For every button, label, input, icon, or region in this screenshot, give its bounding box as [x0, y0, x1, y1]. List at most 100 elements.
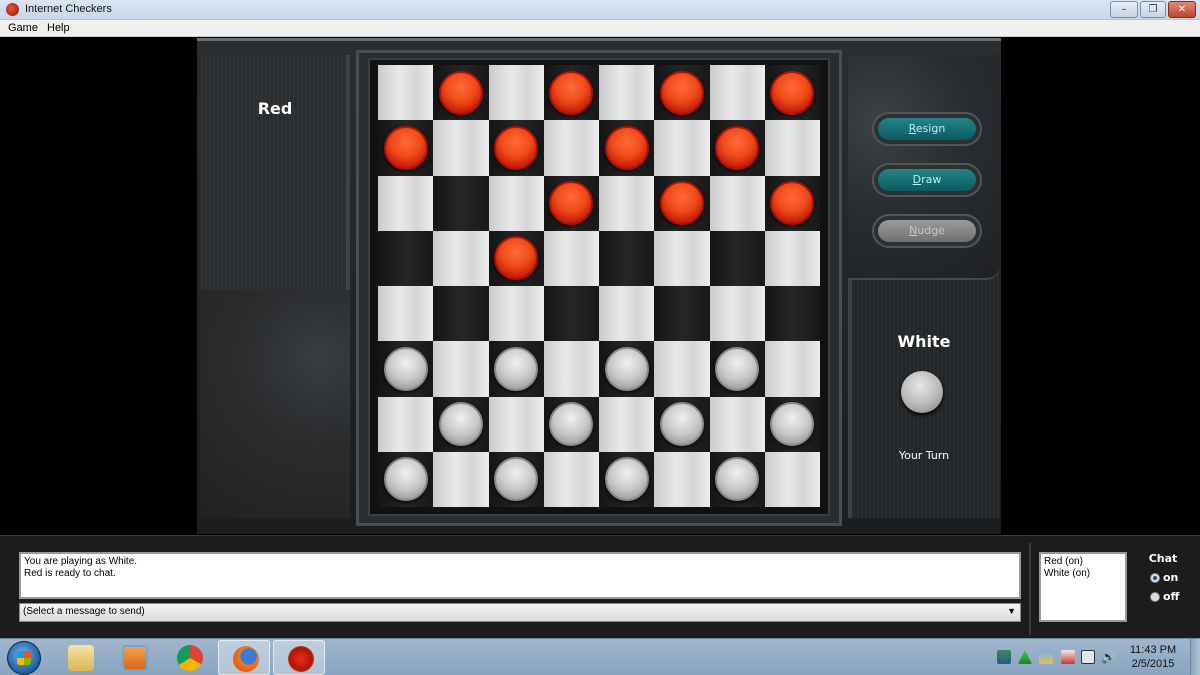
- draw-button[interactable]: Draw: [872, 163, 982, 197]
- board-square[interactable]: [488, 286, 544, 342]
- white-checker[interactable]: [438, 402, 483, 447]
- board-square[interactable]: [488, 396, 544, 452]
- board-square[interactable]: [764, 175, 820, 231]
- white-checker[interactable]: [494, 457, 539, 502]
- taskbar-file-explorer[interactable]: [54, 640, 106, 675]
- red-checker[interactable]: [770, 70, 815, 115]
- chat-log[interactable]: You are playing as White. Red is ready to…: [19, 552, 1021, 599]
- board-square[interactable]: [543, 175, 599, 231]
- red-checker[interactable]: [438, 70, 483, 115]
- red-checker[interactable]: [494, 236, 539, 281]
- board-square[interactable]: [543, 230, 599, 286]
- red-checker[interactable]: [770, 181, 815, 226]
- board-square[interactable]: [543, 451, 599, 507]
- white-checker[interactable]: [770, 402, 815, 447]
- board-square[interactable]: [433, 396, 489, 452]
- start-button[interactable]: [7, 641, 41, 675]
- red-checker[interactable]: [549, 181, 594, 226]
- board-square[interactable]: [764, 286, 820, 342]
- board-square[interactable]: [543, 396, 599, 452]
- board-square[interactable]: [488, 120, 544, 176]
- white-checker[interactable]: [604, 457, 649, 502]
- network-sync-icon[interactable]: [997, 650, 1011, 664]
- message-select[interactable]: (Select a message to send) ▼: [19, 603, 1021, 622]
- board-square[interactable]: [378, 286, 434, 342]
- board-square[interactable]: [654, 451, 710, 507]
- board-square[interactable]: [543, 65, 599, 121]
- board-square[interactable]: [709, 65, 765, 121]
- board-square[interactable]: [433, 120, 489, 176]
- board-square[interactable]: [378, 396, 434, 452]
- board-square[interactable]: [764, 451, 820, 507]
- system-clock[interactable]: 11:43 PM 2/5/2015: [1118, 643, 1188, 671]
- show-desktop-button[interactable]: [1190, 639, 1200, 675]
- taskbar-chrome[interactable]: [163, 640, 215, 675]
- board-square[interactable]: [433, 341, 489, 397]
- board-square[interactable]: [599, 65, 655, 121]
- board-square[interactable]: [709, 396, 765, 452]
- white-checker[interactable]: [659, 402, 704, 447]
- chat-on-radio[interactable]: on: [1150, 571, 1200, 585]
- board-square[interactable]: [488, 230, 544, 286]
- board-square[interactable]: [433, 175, 489, 231]
- board-square[interactable]: [599, 175, 655, 231]
- close-button[interactable]: ✕: [1168, 1, 1196, 18]
- board-square[interactable]: [654, 341, 710, 397]
- board-square[interactable]: [764, 120, 820, 176]
- board-square[interactable]: [599, 396, 655, 452]
- board-square[interactable]: [599, 286, 655, 342]
- board-square[interactable]: [543, 341, 599, 397]
- board-square[interactable]: [599, 120, 655, 176]
- board-square[interactable]: [709, 341, 765, 397]
- board-square[interactable]: [709, 120, 765, 176]
- white-checker[interactable]: [383, 346, 428, 391]
- board-square[interactable]: [654, 120, 710, 176]
- board-square[interactable]: [654, 230, 710, 286]
- red-checker[interactable]: [604, 125, 649, 170]
- board-square[interactable]: [764, 396, 820, 452]
- board-square[interactable]: [709, 286, 765, 342]
- board-square[interactable]: [654, 396, 710, 452]
- menu-game[interactable]: Game: [8, 22, 38, 34]
- taskbar-internet-checkers[interactable]: [273, 640, 325, 675]
- board-square[interactable]: [378, 341, 434, 397]
- red-checker[interactable]: [659, 70, 704, 115]
- action-center-flag-icon[interactable]: [1061, 650, 1075, 664]
- board-square[interactable]: [488, 451, 544, 507]
- restore-button[interactable]: ❐: [1140, 1, 1166, 18]
- white-checker[interactable]: [383, 457, 428, 502]
- board-square[interactable]: [433, 451, 489, 507]
- board-square[interactable]: [378, 451, 434, 507]
- board-square[interactable]: [433, 230, 489, 286]
- board-square[interactable]: [378, 65, 434, 121]
- board-square[interactable]: [488, 341, 544, 397]
- board-square[interactable]: [543, 286, 599, 342]
- board-square[interactable]: [433, 286, 489, 342]
- board-square[interactable]: [654, 286, 710, 342]
- red-checker[interactable]: [383, 125, 428, 170]
- board-square[interactable]: [709, 451, 765, 507]
- white-checker[interactable]: [715, 346, 760, 391]
- red-checker[interactable]: [549, 70, 594, 115]
- board-square[interactable]: [764, 230, 820, 286]
- board-square[interactable]: [654, 175, 710, 231]
- chat-off-radio[interactable]: off: [1150, 590, 1200, 604]
- board-square[interactable]: [488, 175, 544, 231]
- white-checker[interactable]: [549, 402, 594, 447]
- board-square[interactable]: [488, 65, 544, 121]
- board-square[interactable]: [709, 175, 765, 231]
- menu-help[interactable]: Help: [47, 22, 70, 34]
- board-square[interactable]: [764, 341, 820, 397]
- board-square[interactable]: [433, 65, 489, 121]
- board-square[interactable]: [654, 65, 710, 121]
- board-square[interactable]: [378, 120, 434, 176]
- taskbar-media-player[interactable]: [108, 640, 160, 675]
- dropdown-arrow-icon[interactable]: ▼: [1007, 606, 1016, 616]
- red-checker[interactable]: [494, 125, 539, 170]
- board-square[interactable]: [378, 230, 434, 286]
- red-checker[interactable]: [659, 181, 704, 226]
- app-tray-icon[interactable]: [1039, 650, 1053, 664]
- minimize-button[interactable]: –: [1110, 1, 1138, 18]
- board-square[interactable]: [543, 120, 599, 176]
- volume-icon[interactable]: 🔊: [1101, 650, 1116, 664]
